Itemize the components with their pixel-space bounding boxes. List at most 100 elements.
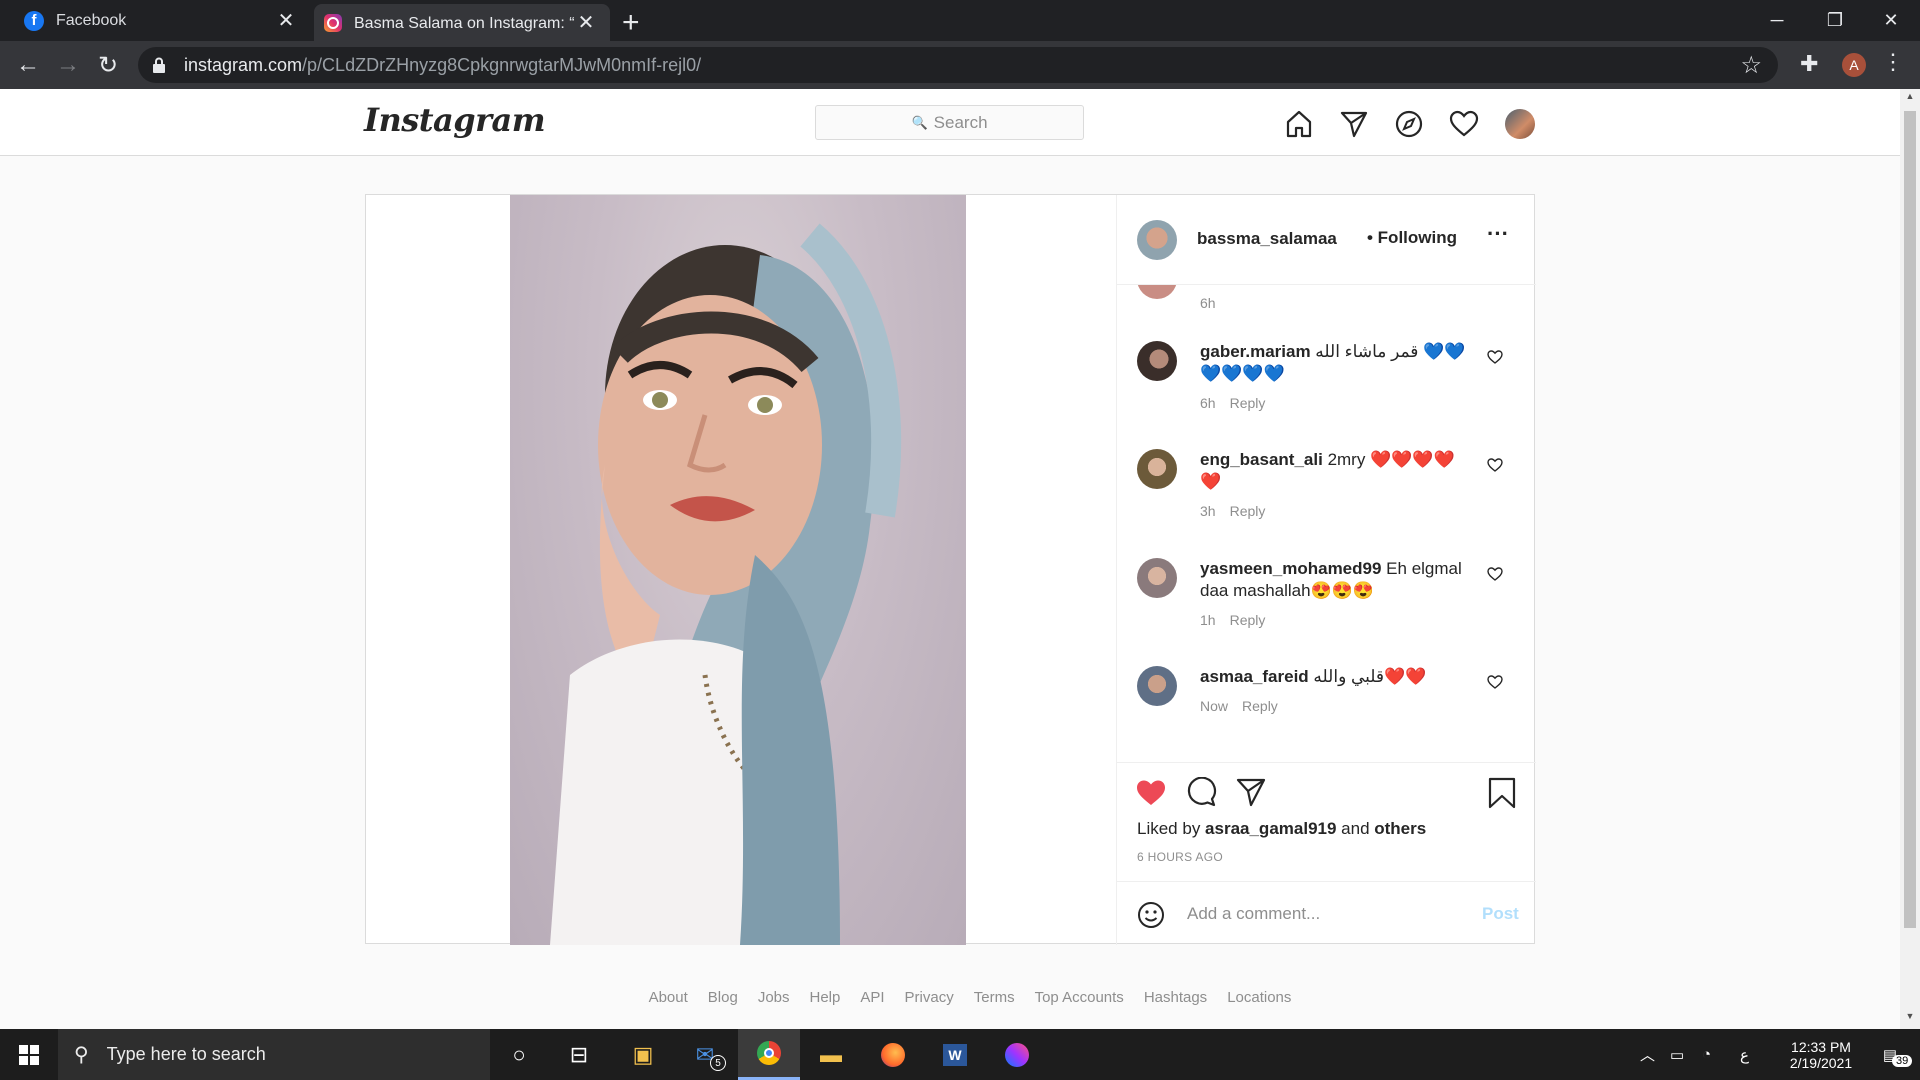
portrait-illustration xyxy=(550,223,902,945)
liked-by-others[interactable]: others xyxy=(1374,819,1426,838)
firefox-icon[interactable] xyxy=(862,1029,924,1080)
store-icon[interactable]: ▣ xyxy=(612,1029,674,1080)
commenter-avatar[interactable] xyxy=(1137,285,1177,299)
post-comment-button[interactable]: Post xyxy=(1482,904,1519,924)
like-comment-heart-icon[interactable] xyxy=(1487,349,1503,365)
notification-center-icon[interactable]: ▤ 39 xyxy=(1870,1029,1913,1080)
profile-avatar[interactable] xyxy=(1505,109,1535,139)
comment-text: eng_basant_ali 2mry ❤️❤️❤️❤️❤️ xyxy=(1200,450,1455,491)
liked-heart-icon[interactable] xyxy=(1135,777,1167,807)
instagram-logo[interactable]: Instagram xyxy=(364,101,546,139)
clock[interactable]: 12:33 PM 2/19/2021 xyxy=(1776,1029,1866,1080)
footer-link-help[interactable]: Help xyxy=(810,989,841,1006)
bookmark-star-icon[interactable]: ☆ xyxy=(1740,51,1762,80)
comment-time: 6h xyxy=(1200,295,1216,311)
comment-input[interactable]: Add a comment... xyxy=(1187,904,1320,924)
like-comment-heart-icon[interactable] xyxy=(1487,674,1503,690)
windows-start-icon[interactable] xyxy=(19,1045,39,1065)
messenger-icon[interactable] xyxy=(986,1029,1048,1080)
wifi-icon[interactable]: ◔ xyxy=(1702,1029,1711,1080)
input-language[interactable]: ع xyxy=(1740,1029,1749,1080)
comment-text: asmaa_fareid قلبي والله❤️❤️ xyxy=(1200,667,1427,686)
footer-link-blog[interactable]: Blog xyxy=(708,989,738,1006)
activity-heart-icon[interactable] xyxy=(1449,109,1479,139)
close-tab-icon[interactable]: ✕ xyxy=(576,10,596,35)
minimize-button[interactable]: ─ xyxy=(1748,0,1806,41)
word-icon[interactable]: W xyxy=(924,1029,986,1080)
footer-link-about[interactable]: About xyxy=(649,989,688,1006)
close-tab-icon[interactable]: ✕ xyxy=(276,8,296,33)
tab-instagram[interactable]: Basma Salama on Instagram: “❄️ ✕ xyxy=(314,4,610,41)
reply-button[interactable]: Reply xyxy=(1230,503,1266,519)
menu-icon[interactable]: ⋮ xyxy=(1882,49,1904,75)
tray-chevron-icon[interactable]: ︿ xyxy=(1640,1029,1655,1080)
footer-link-jobs[interactable]: Jobs xyxy=(758,989,790,1006)
reply-button[interactable]: Reply xyxy=(1230,395,1266,411)
post-photo[interactable] xyxy=(510,195,966,945)
battery-icon[interactable]: ▭ xyxy=(1670,1029,1684,1080)
comment-meta: Now Reply xyxy=(1200,698,1278,714)
chrome-icon[interactable] xyxy=(738,1029,800,1080)
page-viewport: Instagram 🔍 Search bassma_salamaa • Foll… xyxy=(0,89,1900,1029)
search-icon: 🔍 xyxy=(911,114,928,130)
follow-status[interactable]: • Following xyxy=(1367,228,1457,248)
reply-button[interactable]: Reply xyxy=(1230,612,1266,628)
back-icon[interactable]: ← xyxy=(14,51,42,79)
restore-button[interactable]: ❐ xyxy=(1806,0,1864,41)
search-input[interactable]: 🔍 Search xyxy=(815,105,1084,140)
address-bar[interactable]: instagram.com/p/CLdZDrZHnyzg8Cpkgnrwgtar… xyxy=(138,47,1778,83)
home-icon[interactable] xyxy=(1284,109,1314,139)
emoji-smiley-icon[interactable] xyxy=(1137,901,1165,929)
footer-link-top-accounts[interactable]: Top Accounts xyxy=(1035,989,1124,1006)
close-window-button[interactable]: ✕ xyxy=(1862,0,1920,41)
explore-compass-icon[interactable] xyxy=(1394,109,1424,139)
bookmark-icon[interactable] xyxy=(1487,777,1517,809)
cortana-icon[interactable]: ○ xyxy=(488,1029,550,1080)
commenter-avatar[interactable] xyxy=(1137,666,1177,706)
scroll-thumb[interactable] xyxy=(1904,111,1916,928)
clock-date: 2/19/2021 xyxy=(1789,1054,1853,1071)
tab-title: Basma Salama on Instagram: “❄️ xyxy=(354,14,576,32)
liked-by-user[interactable]: asraa_gamal919 xyxy=(1205,819,1336,838)
share-icon[interactable] xyxy=(1235,777,1267,807)
reload-icon[interactable]: ↻ xyxy=(94,51,122,79)
comment-text: gaber.mariam قمر ماشاء الله 💙💙💙💙💙💙 xyxy=(1200,342,1466,383)
commenter-avatar[interactable] xyxy=(1137,341,1177,381)
task-view-icon[interactable]: ⊟ xyxy=(548,1029,610,1080)
page-scrollbar[interactable]: ▲ ▼ xyxy=(1900,89,1920,1029)
scroll-up-icon[interactable]: ▲ xyxy=(1900,91,1920,107)
more-options-icon[interactable]: ··· xyxy=(1487,221,1509,247)
comment-meta: 3h Reply xyxy=(1200,503,1266,519)
direct-message-icon[interactable] xyxy=(1339,109,1369,139)
extensions-icon[interactable]: ✚ xyxy=(1800,51,1818,77)
comment-meta: 1h Reply xyxy=(1200,612,1266,628)
file-explorer-icon[interactable]: ▬ xyxy=(800,1029,862,1080)
browser-toolbar: ← → ↻ instagram.com/p/CLdZDrZHnyzg8Cpkgn… xyxy=(0,41,1920,89)
post-card: bassma_salamaa • Following ··· 6h gaber.… xyxy=(365,194,1536,945)
mail-icon[interactable]: ✉ 5 xyxy=(674,1029,736,1080)
taskbar-search-input[interactable]: ⚲ Type here to search xyxy=(58,1029,490,1080)
footer-link-locations[interactable]: Locations xyxy=(1227,989,1291,1006)
commenter-avatar[interactable] xyxy=(1137,558,1177,598)
forward-icon[interactable]: → xyxy=(54,51,82,79)
footer-link-api[interactable]: API xyxy=(860,989,884,1006)
author-avatar[interactable] xyxy=(1137,220,1177,260)
footer-link-privacy[interactable]: Privacy xyxy=(905,989,954,1006)
reply-button[interactable]: Reply xyxy=(1242,698,1278,714)
search-placeholder: Type here to search xyxy=(106,1044,266,1064)
post-actions: Liked by asraa_gamal919 and others 6 HOU… xyxy=(1117,762,1536,881)
author-username[interactable]: bassma_salamaa xyxy=(1197,229,1337,249)
footer-link-terms[interactable]: Terms xyxy=(974,989,1015,1006)
profile-avatar[interactable]: A xyxy=(1842,53,1866,77)
search-icon: ⚲ xyxy=(74,1044,89,1066)
tab-facebook[interactable]: f Facebook ✕ xyxy=(0,0,310,41)
scroll-down-icon[interactable]: ▼ xyxy=(1900,1011,1920,1027)
comment-bubble-icon[interactable] xyxy=(1185,777,1217,807)
commenter-avatar[interactable] xyxy=(1137,449,1177,489)
likes-summary: Liked by asraa_gamal919 and others xyxy=(1137,819,1427,838)
like-comment-heart-icon[interactable] xyxy=(1487,566,1503,582)
new-tab-button[interactable]: + xyxy=(622,6,640,40)
footer-link-hashtags[interactable]: Hashtags xyxy=(1144,989,1207,1006)
tab-title: Facebook xyxy=(56,11,127,29)
like-comment-heart-icon[interactable] xyxy=(1487,457,1503,473)
